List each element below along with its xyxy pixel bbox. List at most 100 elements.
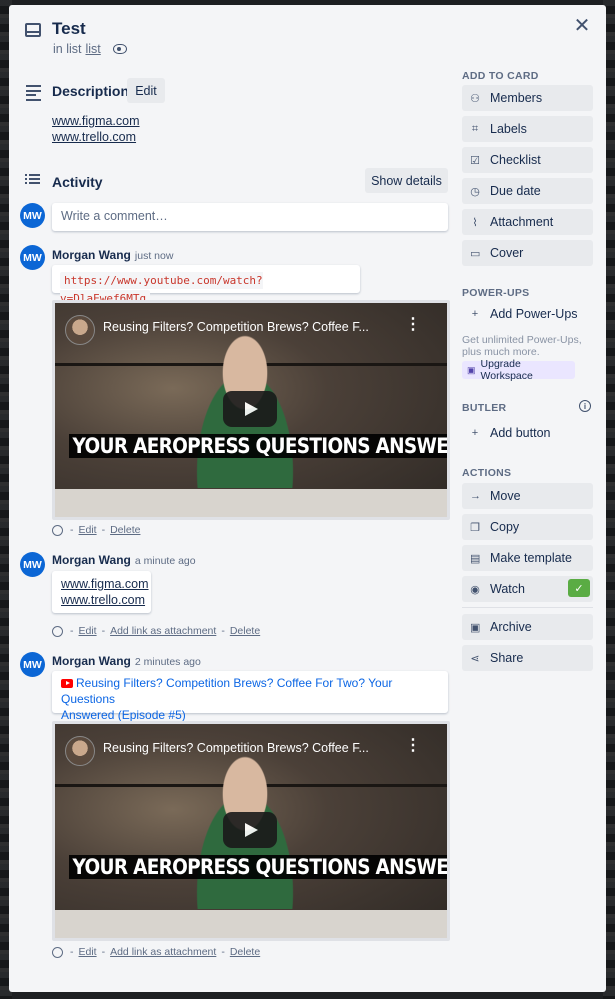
cover-label: Cover bbox=[490, 246, 524, 260]
due-date-label: Due date bbox=[490, 184, 541, 198]
more-options-icon[interactable]: ⋮ bbox=[405, 738, 421, 754]
comment-actions: - Edit - Delete bbox=[52, 524, 140, 536]
members-button[interactable]: ⚇ Members bbox=[462, 85, 593, 111]
comment-author-line: Morgan Wang just now bbox=[52, 248, 173, 262]
make-template-button[interactable]: ▤ Make template bbox=[462, 545, 593, 571]
archive-button[interactable]: ▣ Archive bbox=[462, 614, 593, 640]
video-title[interactable]: Reusing Filters? Competition Brews? Coff… bbox=[103, 320, 369, 334]
comment-author[interactable]: Morgan Wang bbox=[52, 248, 131, 262]
comment-time[interactable]: just now bbox=[135, 250, 174, 262]
description-links: www.figma.com www.trello.com bbox=[52, 113, 140, 145]
comment-link[interactable]: www.trello.com bbox=[61, 592, 145, 608]
share-icon: ⋖ bbox=[470, 652, 480, 665]
archive-icon: ▣ bbox=[470, 621, 481, 634]
card-title[interactable]: Test bbox=[52, 19, 86, 39]
close-icon[interactable]: ✕ bbox=[572, 15, 592, 37]
smart-link-title[interactable]: Reusing Filters? Competition Brews? Coff… bbox=[61, 676, 392, 706]
channel-avatar[interactable] bbox=[65, 736, 95, 766]
checkbox-icon: ☑ bbox=[470, 154, 480, 167]
comment-author[interactable]: Morgan Wang bbox=[52, 553, 131, 567]
card-detail-modal: ✕ Test in list list Description Edit www… bbox=[9, 5, 606, 992]
watch-check-icon: ✓ bbox=[568, 579, 590, 597]
description-link[interactable]: www.figma.com bbox=[52, 113, 140, 129]
comment-link[interactable]: www.figma.com bbox=[61, 576, 149, 592]
video-embed[interactable]: Reusing Filters? Competition Brews? Coff… bbox=[52, 721, 450, 941]
add-reaction-icon[interactable] bbox=[52, 946, 63, 958]
comment-delete-link[interactable]: Delete bbox=[110, 524, 140, 536]
watch-eye-icon bbox=[112, 44, 127, 54]
description-edit-button[interactable]: Edit bbox=[127, 78, 165, 103]
tag-icon: ⌗ bbox=[471, 122, 479, 135]
channel-avatar[interactable] bbox=[65, 315, 95, 345]
add-reaction-icon[interactable] bbox=[52, 524, 63, 536]
person-icon: ⚇ bbox=[470, 92, 480, 105]
labels-button[interactable]: ⌗ Labels bbox=[462, 116, 593, 142]
smart-link-title-cont[interactable]: Answered (Episode #5) bbox=[61, 708, 186, 722]
comment-body: https://www.youtube.com/watch?v=DlaEwef6… bbox=[52, 265, 360, 307]
avatar[interactable]: MW bbox=[20, 652, 45, 677]
watch-label: Watch bbox=[490, 582, 525, 596]
plus-icon: + bbox=[471, 427, 479, 439]
upgrade-workspace-button[interactable]: ▣ Upgrade Workspace bbox=[462, 358, 575, 382]
checklist-button[interactable]: ☑ Checklist bbox=[462, 147, 593, 173]
move-button[interactable]: → Move bbox=[462, 483, 593, 509]
add-power-ups-button[interactable]: + Add Power-Ups bbox=[462, 301, 593, 327]
labels-label: Labels bbox=[490, 122, 527, 136]
comment-delete-link[interactable]: Delete bbox=[230, 625, 260, 637]
copy-button[interactable]: ❐ Copy bbox=[462, 514, 593, 540]
avatar[interactable]: MW bbox=[20, 245, 45, 270]
cover-button[interactable]: ▭ Cover bbox=[462, 240, 593, 266]
add-reaction-icon[interactable] bbox=[52, 625, 63, 637]
comment-time[interactable]: a minute ago bbox=[135, 555, 196, 567]
add-button-button[interactable]: + Add button bbox=[462, 420, 593, 446]
add-power-ups-label: Add Power-Ups bbox=[490, 307, 578, 321]
move-label: Move bbox=[490, 489, 521, 503]
template-icon: ▤ bbox=[470, 552, 481, 565]
comment-edit-link[interactable]: Edit bbox=[79, 625, 97, 637]
comment-author[interactable]: Morgan Wang bbox=[52, 654, 131, 668]
youtube-icon bbox=[61, 679, 73, 689]
comment-input[interactable]: Write a comment… bbox=[52, 203, 448, 231]
in-list-label: in list bbox=[53, 42, 82, 56]
play-icon[interactable] bbox=[223, 812, 277, 848]
power-ups-heading: POWER-UPS bbox=[462, 287, 530, 299]
copy-label: Copy bbox=[490, 520, 520, 534]
comment-body: www.figma.com www.trello.com bbox=[52, 571, 151, 613]
due-date-button[interactable]: ◷ Due date bbox=[462, 178, 593, 204]
power-ups-hint: Get unlimited Power-Ups, plus much more. bbox=[462, 334, 582, 358]
comment-edit-link[interactable]: Edit bbox=[79, 946, 97, 958]
attachment-button[interactable]: ⌇ Attachment bbox=[462, 209, 593, 235]
actions-heading: ACTIONS bbox=[462, 467, 512, 479]
comment-author-line: Morgan Wang a minute ago bbox=[52, 553, 196, 567]
add-link-as-attachment-link[interactable]: Add link as attachment bbox=[110, 946, 216, 958]
add-link-as-attachment-link[interactable]: Add link as attachment bbox=[110, 625, 216, 637]
plus-icon: + bbox=[471, 308, 479, 320]
show-details-button[interactable]: Show details bbox=[365, 168, 448, 193]
play-icon[interactable] bbox=[223, 391, 277, 427]
comment-time[interactable]: 2 minutes ago bbox=[135, 656, 201, 668]
video-caption: YOUR AEROPRESS QUESTIONS ANSWERED bbox=[69, 855, 447, 879]
description-heading: Description bbox=[52, 83, 130, 99]
checklist-label: Checklist bbox=[490, 153, 541, 167]
attachment-label: Attachment bbox=[490, 215, 554, 229]
comment-body: Reusing Filters? Competition Brews? Coff… bbox=[52, 671, 448, 722]
butler-heading: BUTLER bbox=[462, 402, 507, 414]
share-button[interactable]: ⋖ Share bbox=[462, 645, 593, 671]
divider bbox=[462, 607, 593, 608]
video-caption: YOUR AEROPRESS QUESTIONS ANSWERED bbox=[69, 434, 447, 458]
make-template-label: Make template bbox=[490, 551, 572, 565]
description-link[interactable]: www.trello.com bbox=[52, 129, 140, 145]
activity-heading: Activity bbox=[52, 174, 103, 190]
comment-edit-link[interactable]: Edit bbox=[79, 524, 97, 536]
archive-label: Archive bbox=[490, 620, 532, 634]
video-title[interactable]: Reusing Filters? Competition Brews? Coff… bbox=[103, 741, 369, 755]
more-options-icon[interactable]: ⋮ bbox=[405, 317, 421, 333]
avatar[interactable]: MW bbox=[20, 203, 45, 228]
info-icon[interactable]: i bbox=[579, 400, 591, 412]
list-link[interactable]: list bbox=[85, 42, 100, 56]
video-embed[interactable]: Reusing Filters? Competition Brews? Coff… bbox=[52, 300, 450, 520]
description-icon bbox=[26, 85, 41, 103]
comment-delete-link[interactable]: Delete bbox=[230, 946, 260, 958]
add-to-card-heading: ADD TO CARD bbox=[462, 70, 539, 82]
avatar[interactable]: MW bbox=[20, 552, 45, 577]
